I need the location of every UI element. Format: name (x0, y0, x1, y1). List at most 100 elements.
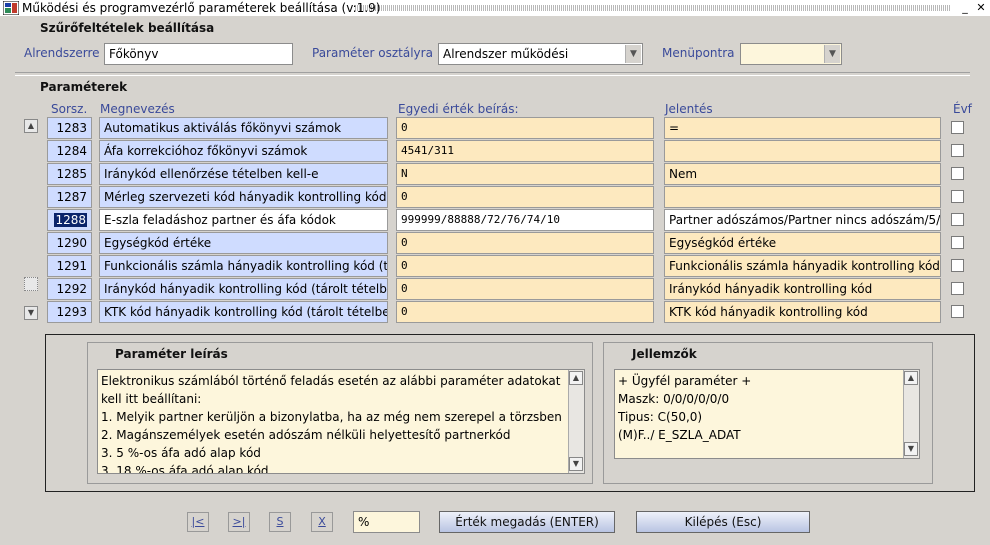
year-checkbox[interactable] (951, 190, 964, 203)
year-checkbox[interactable] (951, 259, 964, 272)
menu-select[interactable]: ▼ (740, 43, 842, 65)
meaning-cell[interactable]: Iránykód hányadik kontrolling kód (664, 278, 941, 300)
param-class-label: Paraméter osztályra (312, 46, 433, 60)
meaning-cell[interactable]: Funkcionális számla hányadik kontrolling… (664, 255, 941, 277)
seq-cell-text: 1293 (56, 305, 87, 319)
value-cell[interactable]: 0 (396, 186, 654, 208)
description-line: kell itt beállítani: (101, 392, 202, 406)
meaning-cell[interactable] (664, 140, 941, 162)
seq-cell[interactable]: 1287 (47, 186, 92, 208)
scroll-up-icon[interactable]: ▲ (24, 119, 38, 133)
value-cell[interactable]: 999999/88888/72/76/74/10 (396, 209, 654, 231)
name-cell[interactable]: Funkcionális számla hányadik kontrolling… (99, 255, 388, 277)
app-icon (3, 1, 19, 15)
window-title: Működési és programvezérlő paraméterek b… (22, 1, 381, 15)
scroll-down-icon[interactable]: ▼ (569, 457, 583, 471)
scroll-up-icon[interactable]: ▲ (569, 371, 583, 385)
x-button[interactable]: X (311, 512, 333, 532)
enter-value-button[interactable]: Érték megadás (ENTER) (439, 511, 615, 533)
scroll-thumb[interactable] (24, 277, 38, 291)
seq-cell[interactable]: 1284 (47, 140, 92, 162)
year-checkbox[interactable] (951, 144, 964, 157)
close-icon[interactable]: ✕ (974, 1, 988, 15)
year-checkbox[interactable] (951, 213, 964, 226)
name-cell[interactable]: KTK kód hányadik kontrolling kód (tárolt… (99, 301, 388, 323)
meaning-cell[interactable]: Nem (664, 163, 941, 185)
divider (15, 72, 970, 76)
col-header-value: Egyedi érték beírás: (398, 102, 519, 116)
col-header-seq: Sorsz. (51, 102, 88, 116)
description-line: 3. 18 %-os áfa adó alap kód (101, 464, 269, 474)
chevron-down-icon[interactable]: ▼ (824, 45, 840, 63)
filter-section-title: Szűrőfeltételek beállítása (40, 21, 215, 35)
description-line: Elektronikus számlából történő feladás e… (101, 374, 561, 388)
description-line: 2. Magánszemélyek esetén adószám nélküli… (101, 428, 511, 442)
seq-cell[interactable]: 1283 (47, 117, 92, 139)
subsystem-label: Alrendszerre (24, 46, 100, 60)
seq-cell-text: 1283 (56, 121, 87, 135)
scroll-down-icon[interactable]: ▼ (904, 442, 918, 456)
col-header-name: Megnevezés (100, 102, 175, 116)
meaning-cell[interactable] (664, 186, 941, 208)
seq-cell-text: 1291 (56, 259, 87, 273)
seq-cell-text: 1290 (56, 236, 87, 250)
description-line: 1. Melyik partner kerüljön a bizonylatba… (101, 410, 562, 424)
seq-cell-text: 1288 (54, 213, 87, 227)
value-cell[interactable]: 0 (396, 278, 654, 300)
first-record-button[interactable]: |< (187, 512, 209, 532)
seq-cell[interactable]: 1291 (47, 255, 92, 277)
subsystem-field[interactable]: Főkönyv (104, 43, 293, 65)
seq-cell-text: 1284 (56, 144, 87, 158)
year-checkbox[interactable] (951, 121, 964, 134)
param-class-select[interactable]: Alrendszer működési ▼ (438, 43, 643, 65)
year-checkbox[interactable] (951, 167, 964, 180)
name-cell[interactable]: E-szla feladáshoz partner és áfa kódok (99, 209, 388, 231)
seq-cell-text: 1285 (56, 167, 87, 181)
year-checkbox[interactable] (951, 305, 964, 318)
value-cell[interactable]: 0 (396, 117, 654, 139)
seq-cell[interactable]: 1288 (47, 209, 92, 231)
property-line: Tipus: C(50,0) (618, 410, 703, 424)
seq-cell[interactable]: 1285 (47, 163, 92, 185)
exit-button[interactable]: Kilépés (Esc) (636, 511, 810, 533)
seq-cell[interactable]: 1293 (47, 301, 92, 323)
value-cell[interactable]: 0 (396, 301, 654, 323)
meaning-cell[interactable]: Egységkód értéke (664, 232, 941, 254)
value-cell[interactable]: 0 (396, 255, 654, 277)
description-scrollbar[interactable]: ▲ ▼ (568, 370, 584, 473)
name-cell[interactable]: Automatikus aktiválás főkönyvi számok (99, 117, 388, 139)
name-cell[interactable]: Iránykód hányadik kontrolling kód (tárol… (99, 278, 388, 300)
seq-cell[interactable]: 1292 (47, 278, 92, 300)
meaning-cell[interactable]: Partner adószámos/Partner nincs adószám/… (664, 209, 941, 231)
year-checkbox[interactable] (951, 236, 964, 249)
seq-cell[interactable]: 1290 (47, 232, 92, 254)
value-cell[interactable]: N (396, 163, 654, 185)
seq-cell-text: 1287 (56, 190, 87, 204)
s-button[interactable]: S (269, 512, 291, 532)
meaning-cell[interactable]: = (664, 117, 941, 139)
description-text[interactable]: Elektronikus számlából történő feladás e… (97, 369, 585, 474)
last-record-button[interactable]: >| (228, 512, 250, 532)
year-checkbox[interactable] (951, 282, 964, 295)
name-cell[interactable]: Mérleg szervezeti kód hányadik kontrolli… (99, 186, 388, 208)
params-section-title: Paraméterek (40, 80, 128, 94)
scroll-down-icon[interactable]: ▼ (24, 306, 38, 320)
col-header-meaning: Jelentés (665, 102, 713, 116)
description-title: Paraméter leírás (115, 347, 228, 361)
value-cell[interactable]: 4541/311 (396, 140, 654, 162)
scroll-up-icon[interactable]: ▲ (904, 371, 918, 385)
name-cell[interactable]: Iránykód ellenőrzése tételben kell-e (99, 163, 388, 185)
col-header-year: Évf (953, 102, 972, 116)
meaning-cell[interactable]: KTK kód hányadik kontrolling kód (664, 301, 941, 323)
properties-text[interactable]: + Ügyfél paraméter + Maszk: 0/0/0/0/0/0 Ti… (614, 369, 920, 459)
value-cell[interactable]: 0 (396, 232, 654, 254)
search-input[interactable]: % (353, 511, 420, 533)
title-bar: Működési és programvezérlő paraméterek b… (0, 0, 990, 16)
param-class-value: Alrendszer működési (443, 47, 569, 61)
chevron-down-icon[interactable]: ▼ (625, 45, 641, 63)
property-line: + Ügyfél paraméter + (618, 374, 752, 388)
properties-scrollbar[interactable]: ▲ ▼ (903, 370, 919, 458)
minimize-icon[interactable]: _ (958, 1, 972, 15)
name-cell[interactable]: Egységkód értéke (99, 232, 388, 254)
name-cell[interactable]: Áfa korrekcióhoz főkönyvi számok (99, 140, 388, 162)
